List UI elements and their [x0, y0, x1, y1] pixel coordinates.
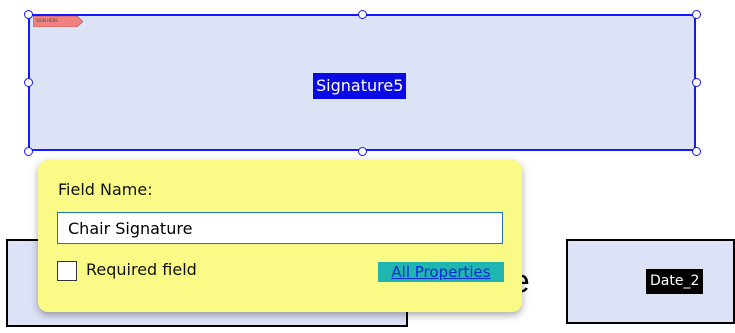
resize-handle-bottom-right[interactable]: [692, 147, 701, 156]
signature-field-label: Signature5: [313, 73, 407, 99]
field-tag-label: SIGN HERE: [36, 18, 58, 23]
date-field-label: Date_2: [646, 269, 704, 294]
resize-handle-middle-right[interactable]: [692, 78, 701, 87]
required-field-label: Required field: [86, 260, 197, 279]
resize-handle-top-left[interactable]: [24, 10, 33, 19]
resize-handle-middle-left[interactable]: [24, 78, 33, 87]
field-name-heading: Field Name:: [58, 180, 153, 199]
resize-handle-top-center[interactable]: [358, 10, 367, 19]
resize-handle-bottom-left[interactable]: [24, 147, 33, 156]
required-field-checkbox[interactable]: [57, 261, 77, 281]
resize-handle-bottom-center[interactable]: [358, 147, 367, 156]
field-name-input[interactable]: [57, 212, 503, 244]
all-properties-link[interactable]: All Properties: [378, 262, 504, 282]
resize-handle-top-right[interactable]: [692, 10, 701, 19]
